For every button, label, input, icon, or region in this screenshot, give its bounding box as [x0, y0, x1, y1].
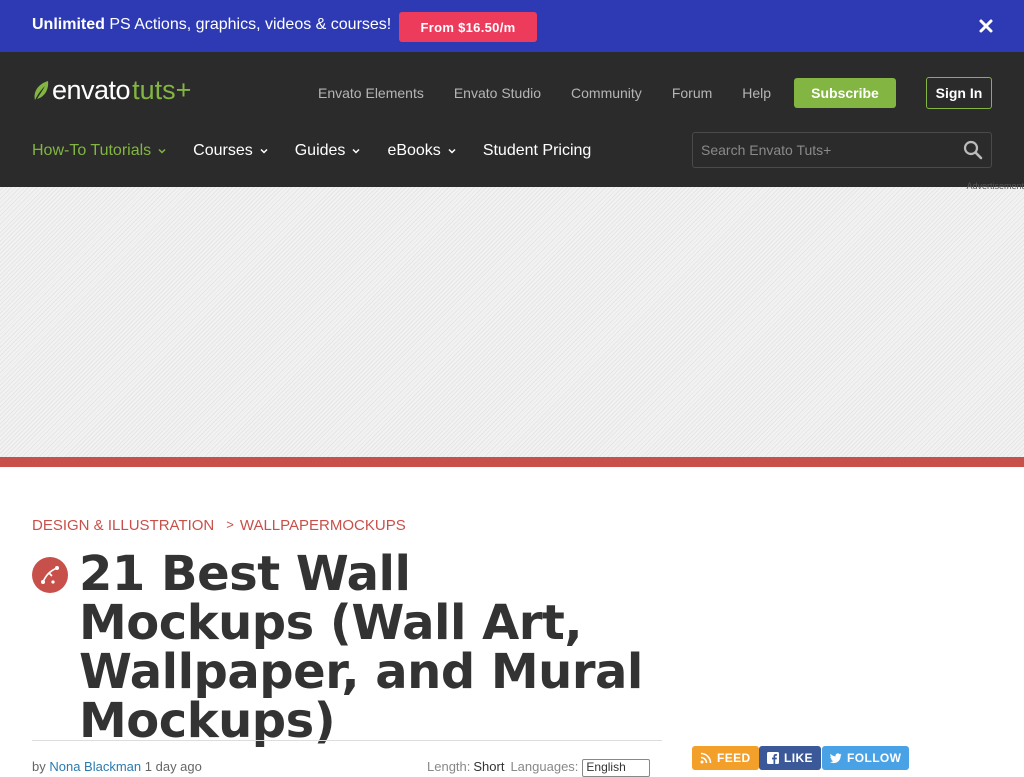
- breadcrumb-wallpapermockups[interactable]: WALLPAPERMOCKUPS: [240, 517, 406, 534]
- top-link-community[interactable]: Community: [571, 85, 642, 101]
- chevron-down-icon: [260, 148, 268, 154]
- chevron-down-icon: [352, 148, 360, 154]
- nav-label: eBooks: [387, 142, 441, 159]
- languages-label: Languages:: [510, 759, 579, 774]
- logo-envato-text: envato: [52, 75, 131, 105]
- length-label: Length:: [427, 759, 471, 774]
- chevron-down-icon: [158, 148, 166, 154]
- main-nav: How-To Tutorials Courses Guides eBooks S…: [32, 142, 617, 160]
- breadcrumb: DESIGN & ILLUSTRATION > WALLPAPERMOCKUPS: [32, 517, 406, 534]
- category-color-bar: [0, 457, 1024, 467]
- facebook-like-button[interactable]: LIKE: [759, 746, 821, 770]
- promo-text-bold: Unlimited: [32, 16, 105, 33]
- search-box: [692, 132, 992, 168]
- rss-icon: [700, 752, 712, 764]
- promo-banner: Unlimited PS Actions, graphics, videos &…: [0, 0, 1024, 52]
- language-select[interactable]: English: [582, 759, 651, 777]
- nav-student-pricing[interactable]: Student Pricing: [483, 142, 592, 160]
- article-byline: by Nona Blackman 1 day ago: [32, 759, 202, 774]
- subscribe-button[interactable]: Subscribe: [794, 78, 896, 108]
- nav-ebooks[interactable]: eBooks: [387, 142, 456, 160]
- sign-in-button[interactable]: Sign In: [926, 77, 992, 109]
- like-label: LIKE: [784, 751, 813, 765]
- nav-label: Guides: [294, 142, 346, 159]
- nav-label: Student Pricing: [482, 142, 592, 159]
- feed-label: FEED: [717, 751, 751, 765]
- facebook-icon: [767, 752, 779, 764]
- promo-price-button[interactable]: From $16.50/m: [399, 12, 537, 42]
- twitter-icon: [830, 753, 842, 764]
- top-links: Envato Elements Envato Studio Community …: [318, 85, 801, 101]
- byline-by: by: [32, 759, 46, 774]
- nav-label: Courses: [193, 142, 253, 159]
- advertisement-label: Advertisement: [966, 181, 1024, 191]
- nav-guides[interactable]: Guides: [295, 142, 362, 160]
- logo-tuts-text: tuts+: [132, 75, 192, 105]
- article-meta: Length: Short Languages: English: [427, 759, 651, 777]
- top-link-forum[interactable]: Forum: [672, 85, 712, 101]
- breadcrumb-design-illustration[interactable]: DESIGN & ILLUSTRATION: [32, 517, 214, 534]
- length-value: Short: [473, 759, 505, 774]
- search-input[interactable]: [701, 133, 951, 167]
- breadcrumb-separator: >: [226, 517, 234, 532]
- advertisement-area: Advertisement: [0, 181, 1024, 457]
- title-divider: [32, 740, 662, 741]
- nav-how-to-tutorials[interactable]: How-To Tutorials: [32, 142, 167, 160]
- published-time: 1 day ago: [144, 759, 202, 774]
- article-title: 21 Best Wall Mockups (Wall Art, Wallpape…: [79, 546, 643, 749]
- close-icon[interactable]: [976, 16, 996, 36]
- site-header: envato tuts+ Envato Elements Envato Stud…: [0, 52, 1024, 187]
- envato-tuts-logo[interactable]: envato tuts+: [32, 75, 191, 106]
- top-link-envato-studio[interactable]: Envato Studio: [454, 85, 541, 101]
- chevron-down-icon: [448, 148, 456, 154]
- twitter-follow-button[interactable]: FOLLOW: [822, 746, 910, 770]
- follow-label: FOLLOW: [847, 751, 902, 765]
- design-category-icon[interactable]: [32, 557, 68, 593]
- top-link-envato-elements[interactable]: Envato Elements: [318, 85, 424, 101]
- promo-text-rest: PS Actions, graphics, videos & courses!: [104, 16, 392, 33]
- search-icon[interactable]: [963, 140, 983, 160]
- nav-label: How-To Tutorials: [32, 142, 152, 159]
- promo-text: Unlimited PS Actions, graphics, videos &…: [32, 16, 391, 34]
- top-link-help[interactable]: Help: [742, 85, 771, 101]
- nav-courses[interactable]: Courses: [193, 142, 269, 160]
- leaf-icon: [34, 80, 49, 100]
- feed-button[interactable]: FEED: [692, 746, 759, 770]
- author-link[interactable]: Nona Blackman: [49, 759, 141, 774]
